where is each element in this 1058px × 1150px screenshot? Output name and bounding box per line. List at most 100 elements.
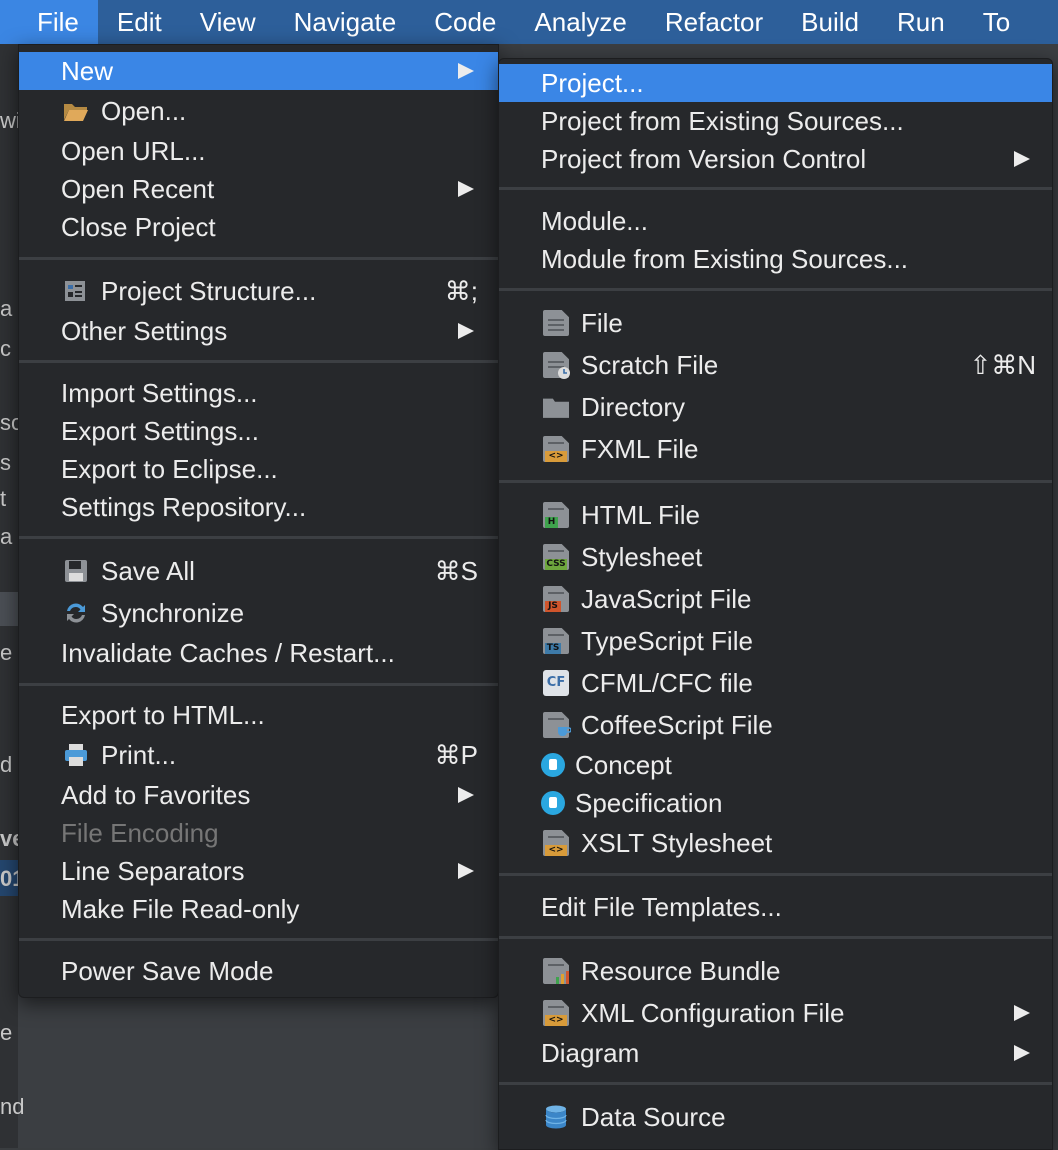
menu-item-close-project[interactable]: Close Project xyxy=(19,208,498,246)
menu-build[interactable]: Build xyxy=(782,0,878,44)
submenu-arrow-icon xyxy=(458,323,474,339)
editor-text-fragment: s xyxy=(0,450,11,475)
menu-item-module-existing[interactable]: Module from Existing Sources... xyxy=(499,240,1052,278)
submenu-arrow-icon xyxy=(1014,1005,1030,1021)
menu-item-save-all[interactable]: Save All ⌘S xyxy=(19,552,498,590)
bar-chart-icon xyxy=(556,971,569,984)
menu-item-label: Specification xyxy=(575,788,723,818)
menu-item-export-settings[interactable]: Export Settings... xyxy=(19,412,498,450)
menu-item-label: Export to HTML... xyxy=(61,700,265,730)
menu-tools[interactable]: To xyxy=(964,0,1029,44)
shortcut-label: ⌘; xyxy=(444,276,478,306)
menu-item-stylesheet[interactable]: CSS Stylesheet xyxy=(499,538,1052,576)
menu-item-label: Export to Eclipse... xyxy=(61,454,278,484)
menu-item-label: Edit File Templates... xyxy=(541,892,782,922)
menu-refactor[interactable]: Refactor xyxy=(646,0,782,44)
submenu-arrow-icon xyxy=(458,181,474,197)
menu-item-make-read-only[interactable]: Make File Read-only xyxy=(19,890,498,928)
menu-item-label: HTML File xyxy=(581,500,700,530)
menu-item-new[interactable]: New xyxy=(19,52,498,90)
menu-item-import-settings[interactable]: Import Settings... xyxy=(19,374,498,412)
menu-item-specification[interactable]: Specification xyxy=(499,784,1052,822)
menu-item-label: Project... xyxy=(541,68,644,98)
coffee-cup-icon xyxy=(558,727,571,736)
menu-separator xyxy=(499,288,1052,291)
menu-item-label: CFML/CFC file xyxy=(581,668,753,698)
editor-text-fragment: e xyxy=(0,640,13,665)
menu-item-resource-bundle[interactable]: Resource Bundle xyxy=(499,952,1052,990)
menu-item-add-favorites[interactable]: Add to Favorites xyxy=(19,776,498,814)
js-file-icon: JS xyxy=(543,586,569,612)
menu-item-open-recent[interactable]: Open Recent xyxy=(19,170,498,208)
menu-item-directory[interactable]: Directory xyxy=(499,388,1052,426)
menu-edit[interactable]: Edit xyxy=(98,0,181,44)
menu-separator xyxy=(499,187,1052,190)
menu-separator xyxy=(499,873,1052,876)
xslt-file-icon: <> xyxy=(543,830,569,856)
menu-item-label: Settings Repository... xyxy=(61,492,307,522)
menu-view[interactable]: View xyxy=(181,0,275,44)
menu-code[interactable]: Code xyxy=(415,0,515,44)
menu-file[interactable]: File xyxy=(0,0,98,44)
menu-item-xslt-stylesheet[interactable]: <> XSLT Stylesheet xyxy=(499,824,1052,862)
menu-run[interactable]: Run xyxy=(878,0,964,44)
menu-item-html-file[interactable]: H HTML File xyxy=(499,496,1052,534)
new-submenu: Project... Project from Existing Sources… xyxy=(498,58,1053,1150)
menu-item-diagram[interactable]: Diagram xyxy=(499,1034,1052,1072)
submenu-arrow-icon xyxy=(1014,151,1030,167)
file-icon xyxy=(543,310,569,336)
menu-item-label: File xyxy=(581,308,623,338)
menu-separator xyxy=(19,360,498,363)
menu-item-edit-file-templates[interactable]: Edit File Templates... xyxy=(499,888,1052,926)
editor-text-fragment: c xyxy=(0,336,11,361)
menu-item-scratch-file[interactable]: Scratch File ⇧⌘N xyxy=(499,346,1052,384)
submenu-arrow-icon xyxy=(1014,1045,1030,1061)
menu-item-label: Print... xyxy=(101,740,177,770)
menu-item-coffeescript-file[interactable]: CoffeeScript File xyxy=(499,706,1052,744)
menu-item-concept[interactable]: Concept xyxy=(499,746,1052,784)
menu-item-label: CoffeeScript File xyxy=(581,710,773,740)
menu-item-label: Data Source xyxy=(581,1102,726,1132)
menu-item-javascript-file[interactable]: JS JavaScript File xyxy=(499,580,1052,618)
menu-item-label: Make File Read-only xyxy=(61,894,300,924)
menu-item-new-project[interactable]: Project... xyxy=(499,64,1052,102)
menu-item-settings-repository[interactable]: Settings Repository... xyxy=(19,488,498,526)
menu-item-new-file[interactable]: File xyxy=(499,304,1052,342)
menu-item-export-html[interactable]: Export to HTML... xyxy=(19,696,498,734)
menu-item-label: Concept xyxy=(575,750,672,780)
menu-item-label: Scratch File xyxy=(581,350,719,380)
menu-item-line-separators[interactable]: Line Separators xyxy=(19,852,498,890)
menu-item-label: JavaScript File xyxy=(581,584,752,614)
menu-separator xyxy=(499,1082,1052,1085)
specification-icon xyxy=(541,791,565,815)
menu-item-project-structure[interactable]: Project Structure... ⌘; xyxy=(19,272,498,310)
menu-item-cfml-file[interactable]: CF CFML/CFC file xyxy=(499,664,1052,702)
menu-item-power-save[interactable]: Power Save Mode xyxy=(19,952,498,990)
menu-separator xyxy=(19,683,498,686)
menu-analyze[interactable]: Analyze xyxy=(515,0,646,44)
menu-navigate[interactable]: Navigate xyxy=(275,0,416,44)
menu-item-new-module[interactable]: Module... xyxy=(499,202,1052,240)
menu-item-label: Synchronize xyxy=(101,598,245,628)
menu-separator xyxy=(499,936,1052,939)
shortcut-label: ⌘P xyxy=(434,740,478,770)
menu-item-synchronize[interactable]: Synchronize xyxy=(19,594,498,632)
menu-item-typescript-file[interactable]: TS TypeScript File xyxy=(499,622,1052,660)
menu-item-other-settings[interactable]: Other Settings xyxy=(19,312,498,350)
menu-item-label: FXML File xyxy=(581,434,699,464)
menu-item-xml-config[interactable]: <> XML Configuration File xyxy=(499,994,1052,1032)
menu-item-open-url[interactable]: Open URL... xyxy=(19,132,498,170)
menu-item-invalidate-caches[interactable]: Invalidate Caches / Restart... xyxy=(19,634,498,672)
menu-item-print[interactable]: Print... ⌘P xyxy=(19,736,498,774)
menu-item-label: Module... xyxy=(541,206,648,236)
menu-item-project-vcs[interactable]: Project from Version Control xyxy=(499,140,1052,178)
menu-item-fxml-file[interactable]: <> FXML File xyxy=(499,430,1052,468)
fxml-file-icon: <> xyxy=(543,436,569,462)
menu-item-label: Open Recent xyxy=(61,174,215,204)
submenu-arrow-icon xyxy=(458,863,474,879)
clock-icon xyxy=(558,367,570,379)
menu-item-export-eclipse[interactable]: Export to Eclipse... xyxy=(19,450,498,488)
menu-item-project-existing[interactable]: Project from Existing Sources... xyxy=(499,102,1052,140)
menu-item-data-source[interactable]: Data Source xyxy=(499,1098,1052,1136)
menu-item-open[interactable]: Open... xyxy=(19,92,498,130)
